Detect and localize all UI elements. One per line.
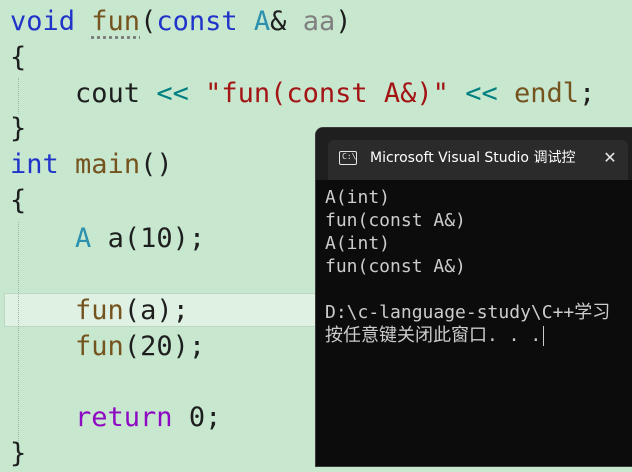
console-line: D:\c-language-study\C++学习 — [325, 302, 611, 323]
keyword-const: const — [156, 6, 238, 37]
return-value: 0; — [188, 402, 222, 433]
function-name-fun[interactable]: fun — [91, 6, 140, 37]
variable-a: a — [107, 223, 124, 254]
console-output: A(int) fun(const A&) A(int) fun(const A&… — [325, 186, 632, 347]
function-call-fun: fun — [75, 295, 124, 326]
console-line: fun(const A&) — [325, 256, 466, 277]
function-call-fun: fun — [75, 331, 124, 362]
debug-console-window[interactable]: C:\ Microsoft Visual Studio 调试控制台 ✕ A(in… — [315, 127, 632, 467]
argument-a: a — [140, 295, 157, 326]
string-literal: "fun(const A&)" — [205, 78, 449, 109]
operator: << — [465, 78, 498, 109]
paren: () — [140, 149, 173, 180]
param-name: aa — [302, 6, 336, 37]
paren: ); — [156, 295, 189, 326]
console-line: 按任意键关闭此窗口. . . — [325, 325, 542, 346]
code-line-10: fun(20); — [10, 329, 205, 365]
class-name: A — [253, 6, 271, 37]
code-line-2: { — [10, 42, 27, 73]
code-line-9: fun(a); — [10, 293, 189, 329]
terminal-icon: C:\ — [339, 151, 357, 165]
call-args: (20); — [123, 331, 206, 362]
ampersand: & — [270, 6, 287, 37]
identifier-cout: cout — [75, 78, 141, 109]
code-line-3: cout << "fun(const A&)" << endl; — [10, 76, 595, 112]
identifier-endl: endl — [514, 78, 580, 109]
console-line: fun(const A&) — [325, 210, 466, 231]
code-line-1: void fun(const A& aa) — [10, 4, 351, 40]
code-line-6: { — [10, 185, 27, 216]
paren: ( — [123, 295, 141, 326]
code-line-4: } — [10, 113, 27, 144]
keyword-void: void — [10, 6, 76, 37]
code-line-12: return 0; — [10, 400, 221, 436]
console-line: A(int) — [325, 187, 391, 208]
text-cursor — [543, 326, 545, 346]
keyword-return: return — [75, 402, 173, 433]
paren: ) — [335, 6, 352, 37]
console-tab-title: Microsoft Visual Studio 调试控制台 — [370, 150, 576, 166]
class-name: A — [75, 223, 92, 254]
code-line-5: int main() — [10, 147, 173, 183]
paren: ( — [140, 6, 157, 37]
constructor-args: (10); — [123, 223, 206, 254]
semicolon: ; — [579, 78, 596, 109]
code-line-13: } — [10, 438, 27, 469]
console-line: A(int) — [325, 233, 391, 254]
close-icon[interactable]: ✕ — [598, 146, 622, 170]
keyword-int: int — [10, 149, 59, 180]
function-name-main: main — [75, 149, 141, 180]
console-prompt-line: 按任意键关闭此窗口. . . — [325, 324, 632, 347]
operator: << — [156, 78, 189, 109]
code-line-7: A a(10); — [10, 221, 205, 257]
console-tab[interactable]: C:\ Microsoft Visual Studio 调试控制台 ✕ — [328, 140, 628, 180]
console-tab-bar: C:\ Microsoft Visual Studio 调试控制台 ✕ — [316, 128, 632, 180]
